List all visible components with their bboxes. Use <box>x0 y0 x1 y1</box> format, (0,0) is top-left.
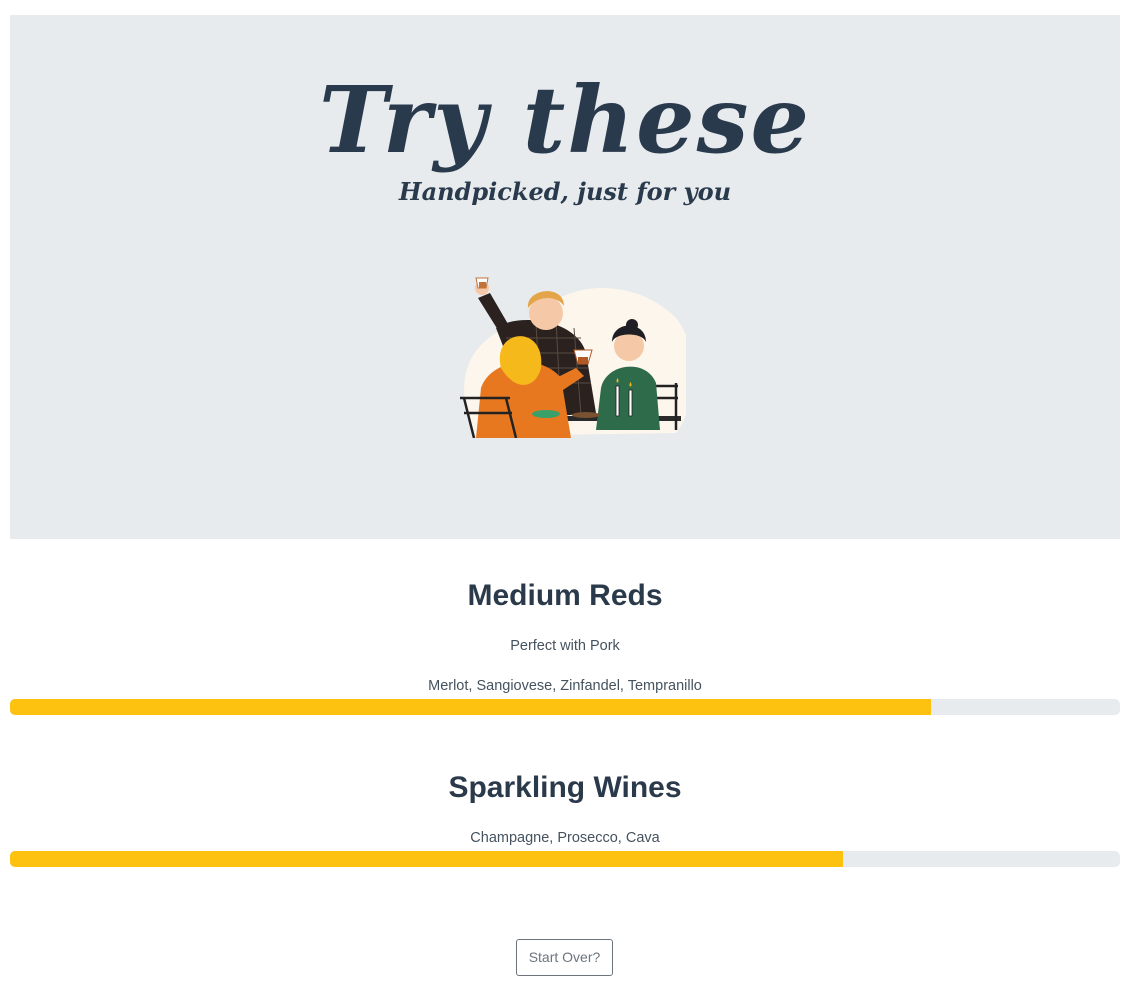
match-progress-bar <box>10 699 1120 715</box>
result-varieties: Champagne, Prosecco, Cava <box>470 830 660 846</box>
hero-subtitle: Handpicked, just for you <box>398 177 732 206</box>
result-varieties: Merlot, Sangiovese, Zinfandel, Tempranil… <box>428 678 702 694</box>
match-progress-fill <box>10 699 932 715</box>
result-title: Medium Reds <box>467 579 663 612</box>
match-progress-fill <box>10 851 843 867</box>
result-pairing: Perfect with Pork <box>510 638 620 654</box>
match-progress-bar <box>10 851 1120 867</box>
start-over-button[interactable]: Start Over? <box>516 939 613 976</box>
hero-banner: Try these Handpicked, just for you <box>10 15 1120 539</box>
friends-toasting-wine-illustration <box>460 277 686 438</box>
result-title: Sparkling Wines <box>448 771 682 804</box>
hero-title: Try these <box>319 66 811 174</box>
